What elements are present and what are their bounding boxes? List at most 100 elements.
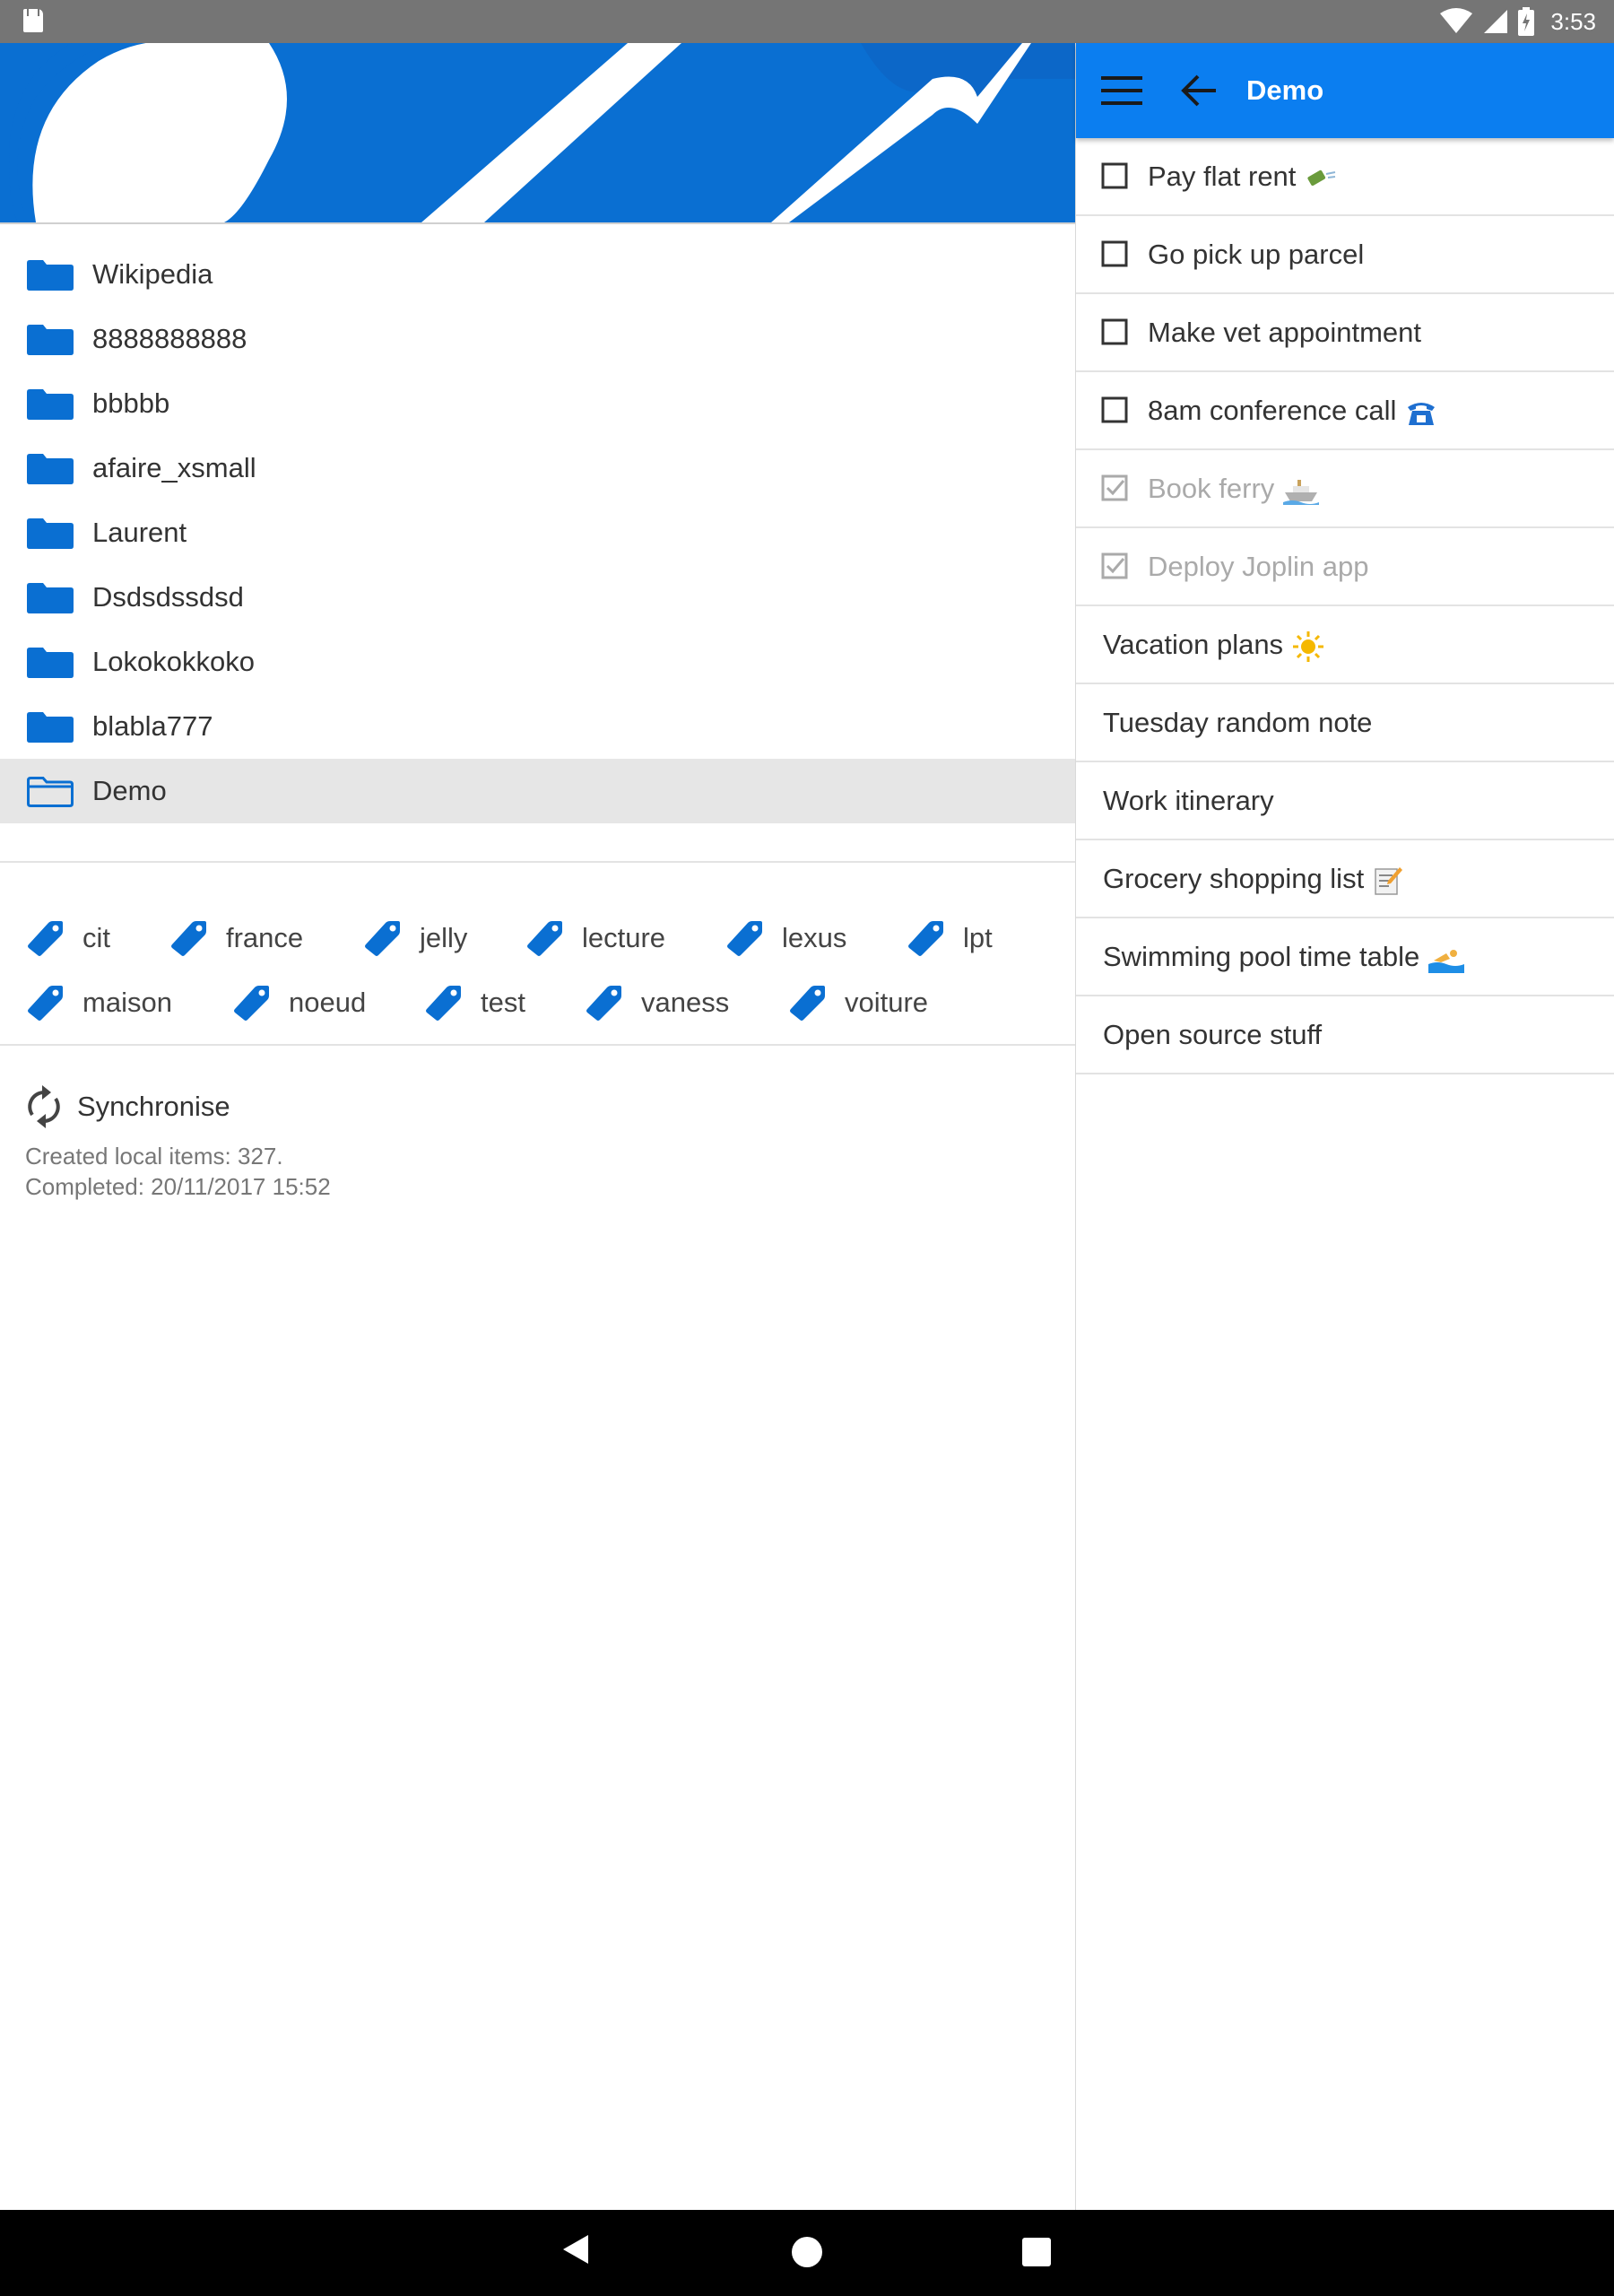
- battery-charging-icon: [1518, 7, 1535, 36]
- note-title: Swimming pool time table: [1103, 918, 1465, 995]
- todo-item-completed[interactable]: Book ferry: [1076, 450, 1614, 528]
- tag-item[interactable]: maison: [25, 970, 172, 1035]
- todo-item-completed[interactable]: Deploy Joplin app: [1076, 528, 1614, 606]
- tag-item[interactable]: test: [423, 970, 525, 1035]
- checkbox-unchecked-icon[interactable]: [1101, 162, 1128, 189]
- sync-section: Synchronise Created local items: 327. Co…: [25, 1083, 653, 1202]
- note-title: Pay flat rent: [1148, 138, 1337, 214]
- folder-icon: [27, 648, 74, 678]
- note-title: Vacation plans: [1103, 606, 1324, 683]
- tag-icon: [171, 921, 206, 956]
- divider: [0, 861, 1075, 863]
- folder-label: Wikipedia: [92, 258, 213, 290]
- tag-icon: [527, 921, 562, 956]
- app-header: Demo: [1076, 43, 1614, 138]
- todo-item[interactable]: Pay flat rent: [1076, 138, 1614, 216]
- tag-label: france: [226, 922, 304, 953]
- folder-label: Dsdsdssdsd: [92, 581, 244, 613]
- nav-home-icon[interactable]: [792, 2237, 822, 2267]
- folder-label: blabla777: [92, 710, 213, 742]
- folder-label: afaire_xsmall: [92, 452, 256, 483]
- folder-icon: [27, 518, 74, 549]
- status-icons: 3:53: [1439, 5, 1596, 38]
- tag-icon: [908, 921, 943, 956]
- todo-item[interactable]: Make vet appointment: [1076, 294, 1614, 372]
- memo-icon: [1375, 866, 1403, 895]
- clock: 3:53: [1550, 7, 1596, 35]
- note-item[interactable]: Grocery shopping list: [1076, 840, 1614, 918]
- tag-item[interactable]: jelly: [362, 906, 467, 970]
- divider: [0, 1044, 1075, 1046]
- checkbox-unchecked-icon[interactable]: [1101, 318, 1128, 345]
- note-item[interactable]: Work itinerary: [1076, 762, 1614, 840]
- folder-icon: [27, 260, 74, 291]
- nav-recents-icon[interactable]: [1022, 2238, 1051, 2266]
- nav-back-icon[interactable]: [563, 2235, 588, 2264]
- tag-label: voiture: [845, 987, 929, 1018]
- note-title: Grocery shopping list: [1103, 840, 1403, 917]
- folder-icon: [27, 389, 74, 420]
- note-title: Work itinerary: [1103, 785, 1274, 816]
- folder-item[interactable]: blabla777: [0, 694, 1075, 759]
- tag-icon: [790, 986, 825, 1021]
- ship-icon: [1283, 479, 1320, 505]
- checkbox-checked-icon[interactable]: [1101, 552, 1128, 579]
- checkbox-unchecked-icon[interactable]: [1101, 240, 1128, 267]
- note-item[interactable]: Vacation plans: [1076, 606, 1614, 684]
- note-title: Open source stuff: [1103, 1019, 1323, 1050]
- tag-icon: [234, 986, 269, 1021]
- tag-item[interactable]: voiture: [787, 970, 928, 1035]
- checkbox-checked-icon[interactable]: [1101, 474, 1128, 501]
- banner-image: [0, 43, 1075, 224]
- folder-item[interactable]: Wikipedia: [0, 242, 1075, 307]
- note-title: Make vet appointment: [1148, 317, 1422, 348]
- note-item[interactable]: Tuesday random note: [1076, 684, 1614, 762]
- swimmer-icon: [1428, 949, 1465, 973]
- tag-icon: [365, 921, 400, 956]
- folder-item[interactable]: Dsdsdssdsd: [0, 565, 1075, 630]
- note-list: Pay flat rent Go pick up parcel Make vet…: [1076, 138, 1614, 1074]
- tag-item[interactable]: vaness: [584, 970, 729, 1035]
- tag-item[interactable]: noeud: [231, 970, 366, 1035]
- checkbox-unchecked-icon[interactable]: [1101, 396, 1128, 423]
- sync-completed-time: Completed: 20/11/2017 15:52: [25, 1173, 331, 1200]
- folder-item[interactable]: afaire_xsmall: [0, 436, 1075, 500]
- signal-icon: [1484, 10, 1508, 33]
- folder-item[interactable]: Lokokokkoko: [0, 630, 1075, 694]
- folder-open-icon: [27, 777, 74, 807]
- sync-created-items: Created local items: 327.: [25, 1143, 283, 1170]
- note-item[interactable]: Swimming pool time table: [1076, 918, 1614, 996]
- synchronise-button[interactable]: Synchronise: [25, 1083, 653, 1130]
- sync-icon: [28, 1085, 60, 1128]
- tag-item[interactable]: france: [169, 906, 303, 970]
- tag-label: jelly: [420, 922, 468, 953]
- folder-label: 8888888888: [92, 323, 247, 354]
- tag-icon: [727, 921, 762, 956]
- tag-item[interactable]: lpt: [906, 906, 993, 970]
- tag-label: maison: [82, 987, 172, 1018]
- folder-item[interactable]: Laurent: [0, 500, 1075, 565]
- todo-item[interactable]: Go pick up parcel: [1076, 216, 1614, 294]
- tag-label: vaness: [641, 987, 730, 1018]
- tag-label: cit: [82, 922, 110, 953]
- note-item[interactable]: Open source stuff: [1076, 996, 1614, 1074]
- tag-icon: [28, 986, 63, 1021]
- note-title: Deploy Joplin app: [1148, 551, 1369, 582]
- folder-item-selected[interactable]: Demo: [0, 759, 1075, 823]
- hamburger-menu-icon[interactable]: [1101, 74, 1142, 107]
- folder-icon: [27, 454, 74, 484]
- tag-item[interactable]: lexus: [725, 906, 846, 970]
- tag-icon: [28, 921, 63, 956]
- tag-item[interactable]: lecture: [525, 906, 665, 970]
- status-bar: 3:53: [0, 0, 1614, 43]
- tag-icon: [426, 986, 461, 1021]
- sun-icon: [1293, 631, 1324, 662]
- tag-label: noeud: [289, 987, 367, 1018]
- folder-item[interactable]: bbbbb: [0, 371, 1075, 436]
- back-arrow-icon[interactable]: [1178, 70, 1219, 111]
- tag-item[interactable]: cit: [25, 906, 110, 970]
- folder-label: Demo: [92, 775, 167, 806]
- folder-item[interactable]: 8888888888: [0, 307, 1075, 371]
- folder-label: bbbbb: [92, 387, 170, 419]
- todo-item[interactable]: 8am conference call: [1076, 372, 1614, 450]
